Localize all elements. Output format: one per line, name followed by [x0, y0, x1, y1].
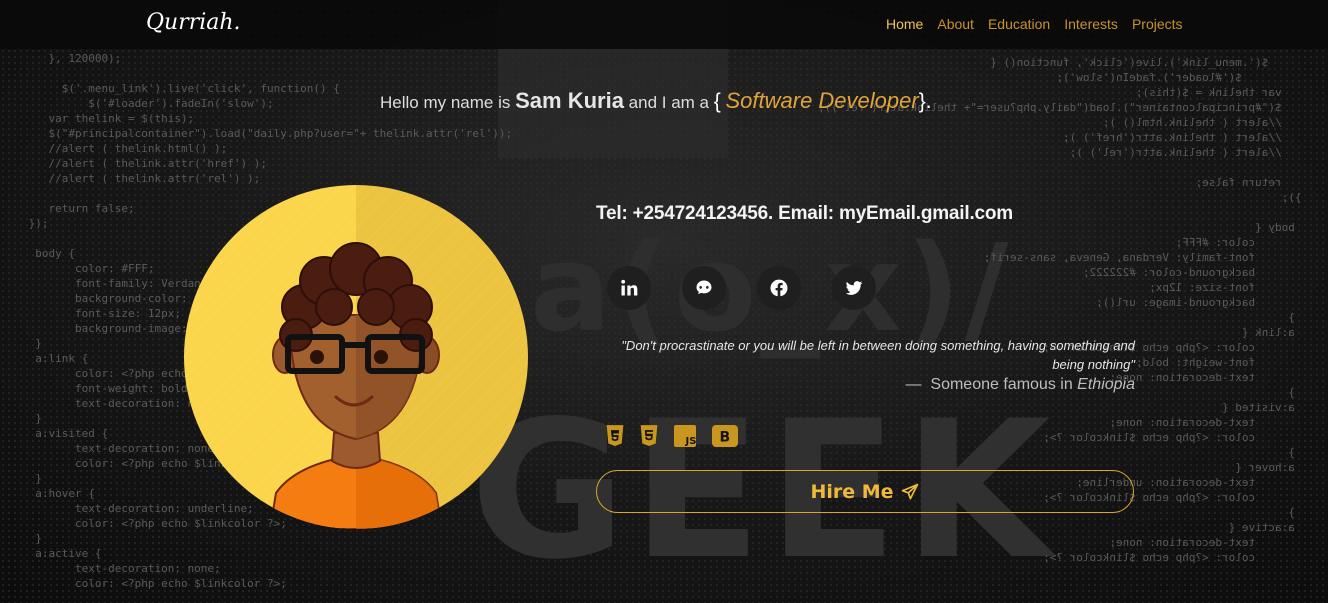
nav-link-about[interactable]: About: [937, 16, 974, 32]
twitter-icon: [845, 281, 863, 295]
paper-plane-icon: [901, 483, 918, 499]
hero-name: Sam Kuria: [515, 88, 624, 113]
facebook-link[interactable]: [757, 266, 801, 310]
avatar: [184, 185, 528, 529]
nav-link-projects[interactable]: Projects: [1132, 16, 1183, 32]
linkedin-icon: [621, 279, 638, 296]
hero-greeting: Hello my name is Sam Kuria and I am a { …: [380, 88, 932, 114]
hire-me-button[interactable]: Hire Me: [596, 470, 1134, 513]
brace-close: }.: [918, 90, 932, 113]
bootstrap-label: B: [720, 430, 731, 446]
linkedin-link[interactable]: [607, 266, 651, 310]
social-links: [607, 266, 876, 310]
html5-icon: [639, 423, 659, 449]
brand-logo[interactable]: Qurriah.: [146, 10, 241, 35]
js-label: JS: [685, 436, 697, 447]
quote-author: — Someone famous in Ethiopia: [600, 376, 1135, 394]
hire-me-label: Hire Me: [810, 480, 894, 503]
github-link[interactable]: [682, 266, 726, 310]
facebook-icon: [770, 279, 788, 297]
tech-stack: JS B: [605, 423, 739, 449]
css3-icon: [605, 423, 625, 449]
quote-text: "Don't procrastinate or you will be left…: [621, 338, 1135, 372]
quote-author-prefix: Someone famous in: [930, 376, 1073, 393]
avatar-illustration: [184, 185, 528, 529]
nav-link-interests[interactable]: Interests: [1064, 16, 1118, 32]
js-icon: JS: [673, 423, 697, 449]
nav-link-education[interactable]: Education: [988, 16, 1050, 32]
greeting-middle: and I am a: [628, 93, 709, 112]
brace-open: {: [713, 90, 721, 113]
navbar: Qurriah. Home About Education Interests …: [0, 0, 1328, 49]
quote-dash: —: [905, 376, 922, 393]
contact-info: Tel: +254724123456. Email: myEmail.gmail…: [596, 203, 1014, 224]
hero-role: Software Developer: [725, 88, 919, 113]
github-icon: [696, 280, 712, 295]
nav-link-home[interactable]: Home: [886, 16, 923, 32]
twitter-link[interactable]: [832, 266, 876, 310]
greeting-prefix: Hello my name is: [380, 93, 511, 112]
bootstrap-icon: B: [711, 423, 739, 449]
nav-links: Home About Education Interests Projects: [886, 16, 1183, 32]
quote-author-place: Ethiopia: [1077, 376, 1135, 393]
